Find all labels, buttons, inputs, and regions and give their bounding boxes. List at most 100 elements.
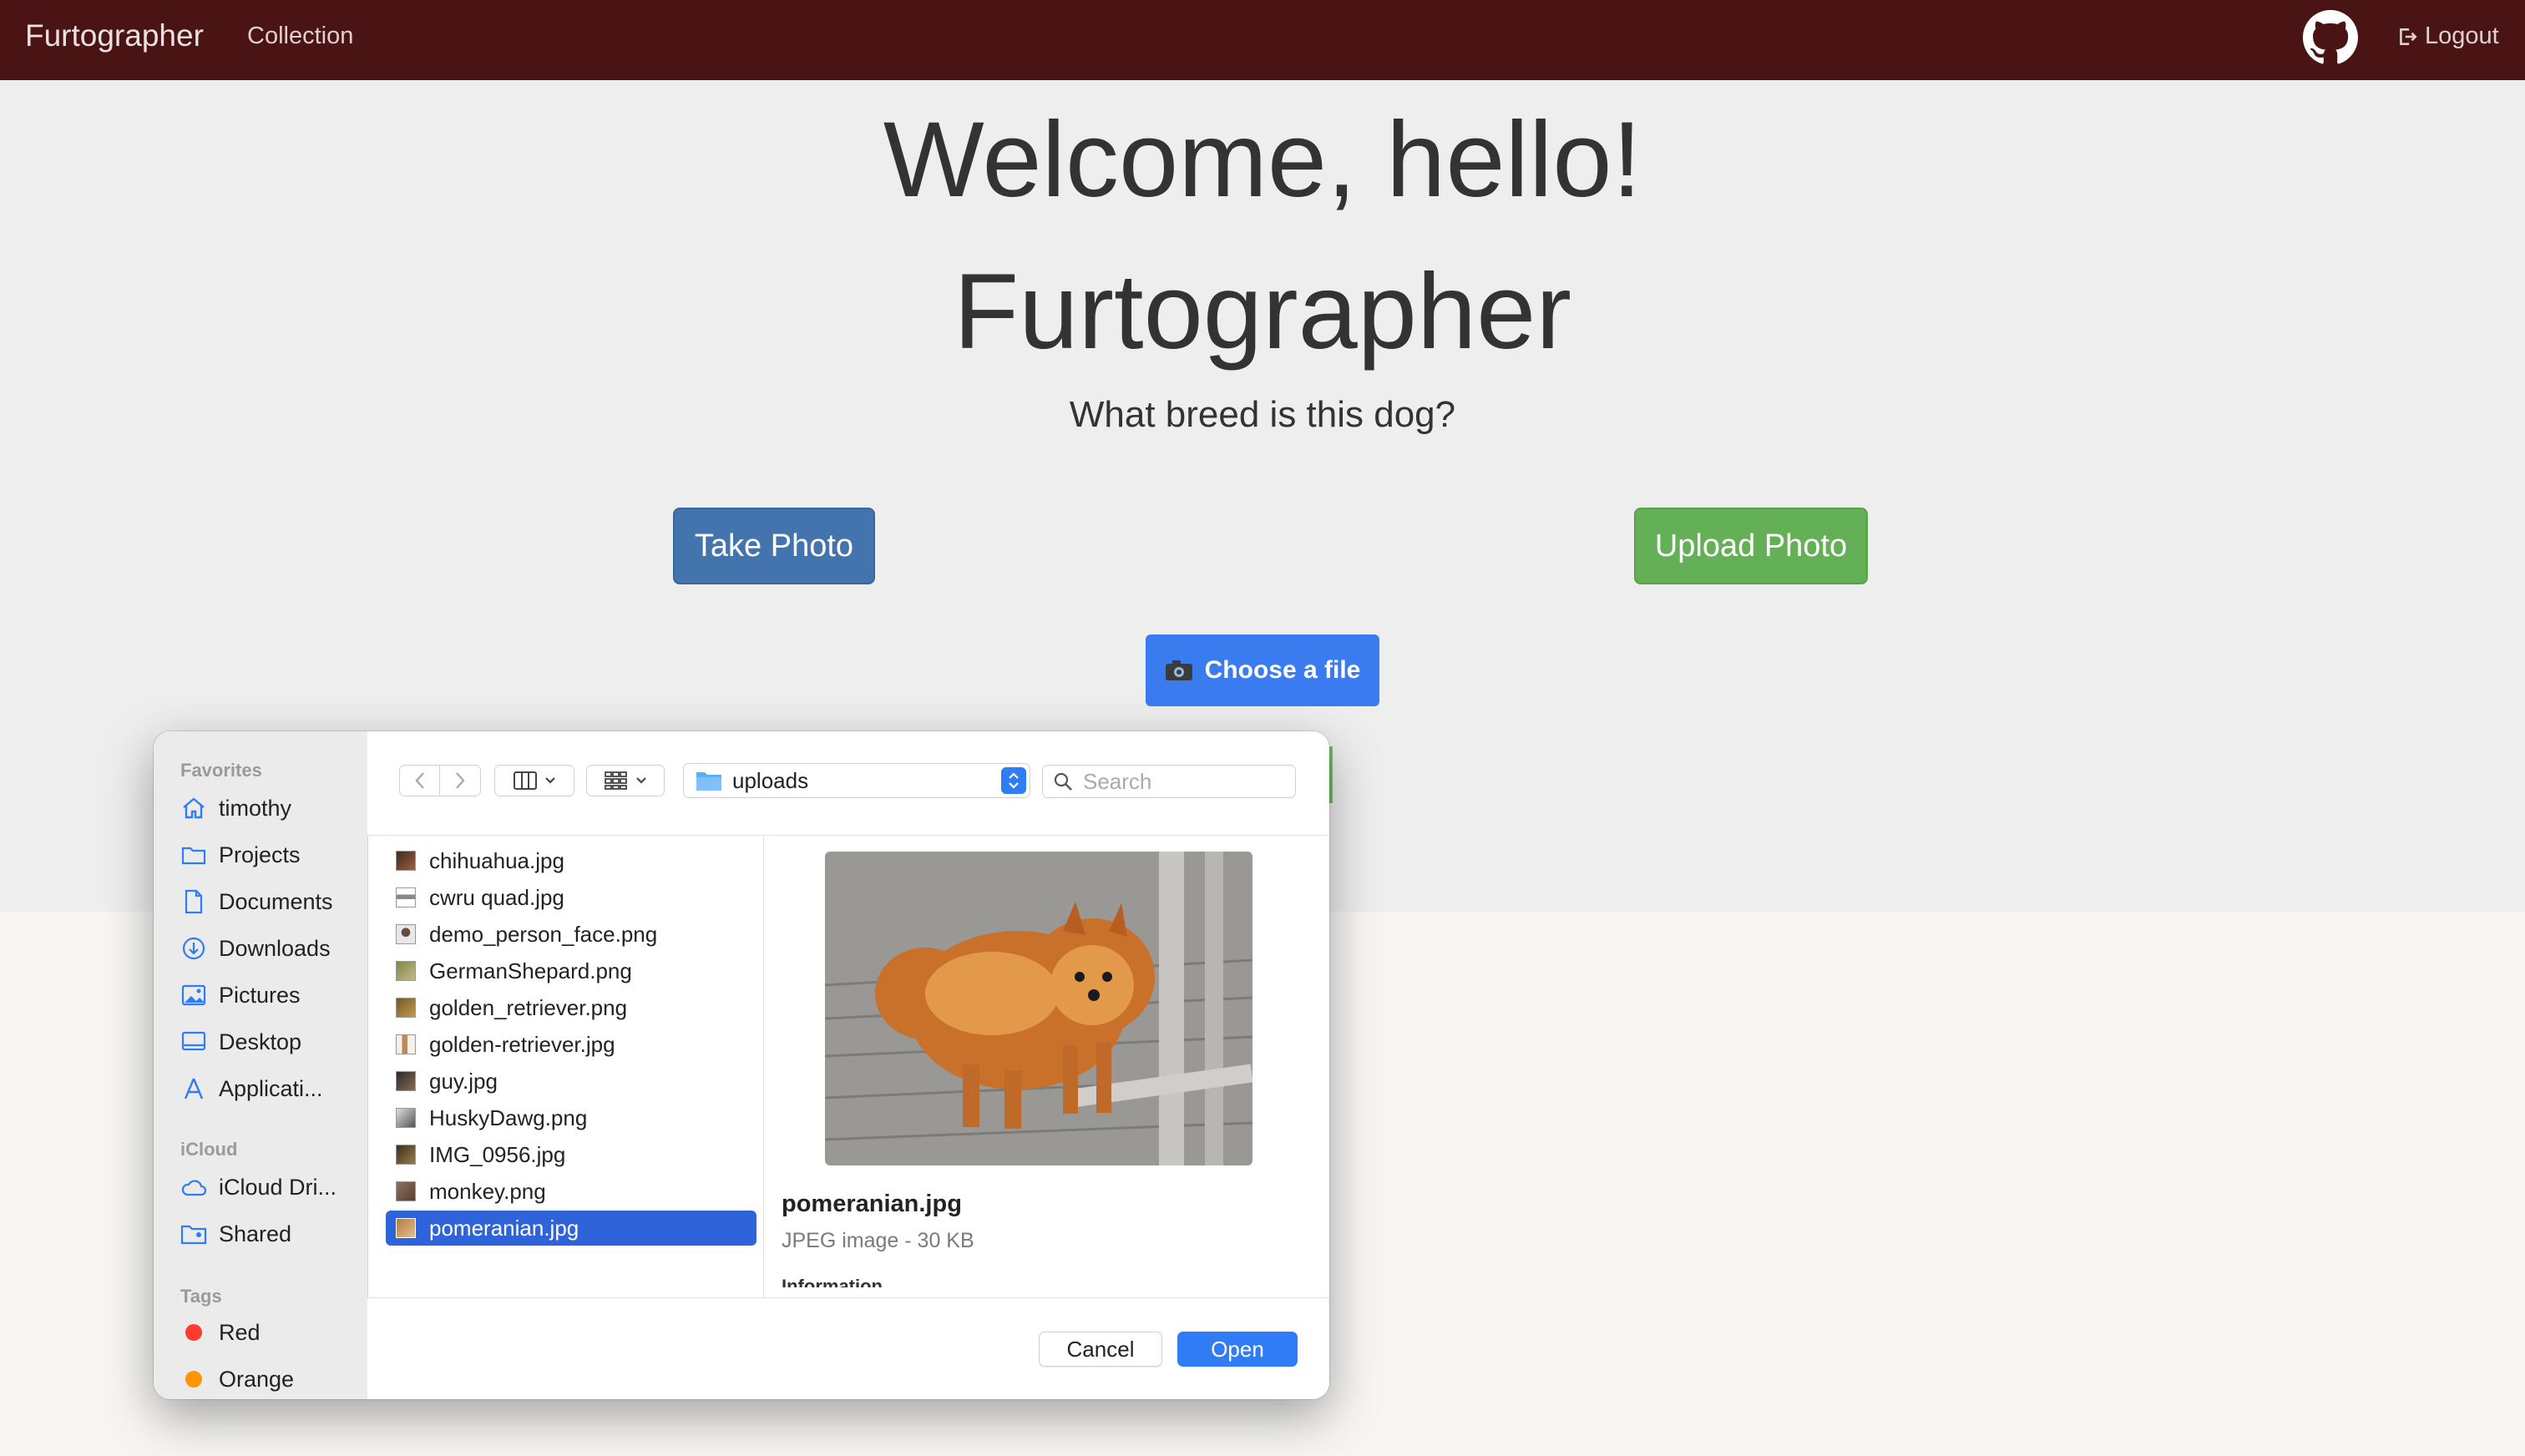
sidebar-label: timothy bbox=[219, 795, 292, 821]
image-thumbnail-icon bbox=[396, 1181, 416, 1201]
search-placeholder: Search bbox=[1083, 768, 1152, 794]
file-name: golden-retriever.jpg bbox=[429, 1031, 615, 1057]
logout-label: Logout bbox=[2425, 23, 2499, 49]
file-name: monkey.png bbox=[429, 1178, 546, 1204]
choose-file-label: Choose a file bbox=[1204, 656, 1361, 684]
choose-file-button[interactable]: Choose a file bbox=[1146, 634, 1379, 706]
image-thumbnail-icon bbox=[396, 1218, 416, 1238]
cancel-button[interactable]: Cancel bbox=[1039, 1332, 1162, 1367]
back-button[interactable] bbox=[399, 765, 441, 796]
logout-link[interactable]: Logout bbox=[2396, 23, 2499, 50]
image-thumbnail-icon bbox=[396, 998, 416, 1018]
file-row-chihuahua[interactable]: chihuahua.jpg bbox=[386, 843, 756, 878]
camera-icon bbox=[1165, 660, 1192, 680]
folder-icon bbox=[696, 772, 721, 791]
image-thumbnail-icon bbox=[396, 1145, 416, 1165]
file-row-golden-retriever-png[interactable]: golden_retriever.png bbox=[386, 990, 756, 1025]
home-icon bbox=[180, 795, 207, 822]
search-field[interactable]: Search bbox=[1042, 765, 1296, 798]
pomeranian-preview-image bbox=[825, 852, 1252, 1165]
search-icon bbox=[1054, 772, 1072, 791]
image-thumbnail-icon bbox=[396, 1034, 416, 1054]
favorites-heading: Favorites bbox=[180, 760, 262, 781]
desktop-icon bbox=[180, 1029, 207, 1055]
file-row-german-shepard[interactable]: GermanShepard.png bbox=[386, 953, 756, 988]
pictures-icon bbox=[180, 982, 207, 1009]
file-row-img-0956[interactable]: IMG_0956.jpg bbox=[386, 1137, 756, 1172]
sidebar-item-shared[interactable]: Shared bbox=[180, 1216, 291, 1252]
document-icon bbox=[180, 888, 207, 915]
red-tag-icon bbox=[185, 1324, 202, 1341]
sidebar-item-timothy[interactable]: timothy bbox=[180, 790, 291, 827]
sidebar-label: Documents bbox=[219, 888, 333, 914]
file-name: IMG_0956.jpg bbox=[429, 1141, 566, 1167]
sidebar-item-documents[interactable]: Documents bbox=[180, 883, 333, 920]
dialog-sidebar: Favorites timothy Projects Documents Dow… bbox=[154, 731, 368, 1399]
tag-label: Orange bbox=[219, 1366, 295, 1392]
chevron-left-icon bbox=[415, 772, 424, 789]
subtitle: What breed is this dog? bbox=[1069, 394, 1456, 435]
file-row-cwru-quad[interactable]: cwru quad.jpg bbox=[386, 880, 756, 915]
location-label: uploads bbox=[732, 767, 809, 793]
brand-link[interactable]: Furtographer bbox=[25, 18, 204, 53]
sidebar-item-downloads[interactable]: Downloads bbox=[180, 930, 331, 967]
file-name: pomeranian.jpg bbox=[429, 1215, 579, 1241]
tag-label: Red bbox=[219, 1319, 261, 1345]
file-name: cwru quad.jpg bbox=[429, 884, 564, 910]
sidebar-item-desktop[interactable]: Desktop bbox=[180, 1024, 301, 1060]
file-row-pomeranian[interactable]: pomeranian.jpg bbox=[386, 1211, 756, 1246]
orange-tag-icon bbox=[185, 1371, 202, 1388]
file-row-husky-dawg[interactable]: HuskyDawg.png bbox=[386, 1100, 756, 1135]
preview-information-heading: Information bbox=[782, 1276, 883, 1287]
file-name: demo_person_face.png bbox=[429, 921, 658, 947]
file-name: guy.jpg bbox=[429, 1068, 498, 1094]
sidebar-label: Downloads bbox=[219, 935, 331, 961]
file-row-demo-person-face[interactable]: demo_person_face.png bbox=[386, 917, 756, 952]
group-button[interactable] bbox=[586, 765, 665, 796]
up-down-arrows-icon bbox=[1001, 767, 1026, 794]
open-button[interactable]: Open bbox=[1177, 1332, 1298, 1367]
preview-file-name: pomeranian.jpg bbox=[782, 1191, 962, 1217]
shared-folder-icon bbox=[180, 1221, 207, 1247]
cloud-icon bbox=[180, 1174, 207, 1201]
sidebar-label: Shared bbox=[219, 1221, 292, 1246]
take-photo-button[interactable]: Take Photo bbox=[673, 508, 875, 584]
image-thumbnail-icon bbox=[396, 961, 416, 981]
file-row-golden-retriever-jpg[interactable]: golden-retriever.jpg bbox=[386, 1027, 756, 1062]
collection-link[interactable]: Collection bbox=[247, 23, 353, 50]
file-open-dialog: Favorites timothy Projects Documents Dow… bbox=[154, 731, 1329, 1399]
sidebar-label: Pictures bbox=[219, 982, 301, 1008]
folder-icon bbox=[180, 842, 207, 868]
icloud-heading: iCloud bbox=[180, 1139, 238, 1160]
download-icon bbox=[180, 935, 207, 962]
image-thumbnail-icon bbox=[396, 1071, 416, 1091]
upload-photo-button[interactable]: Upload Photo bbox=[1634, 508, 1868, 584]
sidebar-item-icloud-drive[interactable]: iCloud Dri... bbox=[180, 1169, 336, 1206]
logout-icon bbox=[2400, 28, 2417, 45]
sidebar-item-projects[interactable]: Projects bbox=[180, 837, 301, 873]
github-icon[interactable] bbox=[2303, 10, 2358, 65]
file-row-guy[interactable]: guy.jpg bbox=[386, 1064, 756, 1099]
image-thumbnail-icon bbox=[396, 851, 416, 871]
sidebar-item-applications[interactable]: Applicati... bbox=[180, 1070, 323, 1107]
chevron-down-icon bbox=[636, 777, 646, 784]
chevron-down-icon bbox=[545, 777, 555, 784]
file-name: chihuahua.jpg bbox=[429, 847, 564, 873]
view-mode-button[interactable] bbox=[494, 765, 574, 796]
sidebar-item-pictures[interactable]: Pictures bbox=[180, 977, 301, 1014]
image-thumbnail-icon bbox=[396, 1108, 416, 1128]
chevron-right-icon bbox=[456, 772, 465, 789]
file-row-monkey[interactable]: monkey.png bbox=[386, 1174, 756, 1209]
sidebar-tag-orange[interactable]: Orange bbox=[180, 1361, 294, 1398]
forward-button[interactable] bbox=[439, 765, 481, 796]
sidebar-tag-red[interactable]: Red bbox=[180, 1314, 261, 1351]
file-name: golden_retriever.png bbox=[429, 994, 628, 1020]
grid-icon bbox=[605, 771, 627, 790]
welcome-heading: Welcome, hello! bbox=[883, 100, 1642, 220]
sidebar-label: iCloud Dri... bbox=[219, 1174, 337, 1200]
sidebar-label: Desktop bbox=[219, 1029, 302, 1054]
preview-file-meta: JPEG image - 30 KB bbox=[782, 1229, 974, 1252]
dialog-toolbar: uploads Search bbox=[367, 731, 1329, 836]
navbar: Furtographer Collection Logout bbox=[0, 0, 2525, 80]
location-popup[interactable]: uploads bbox=[683, 763, 1030, 798]
